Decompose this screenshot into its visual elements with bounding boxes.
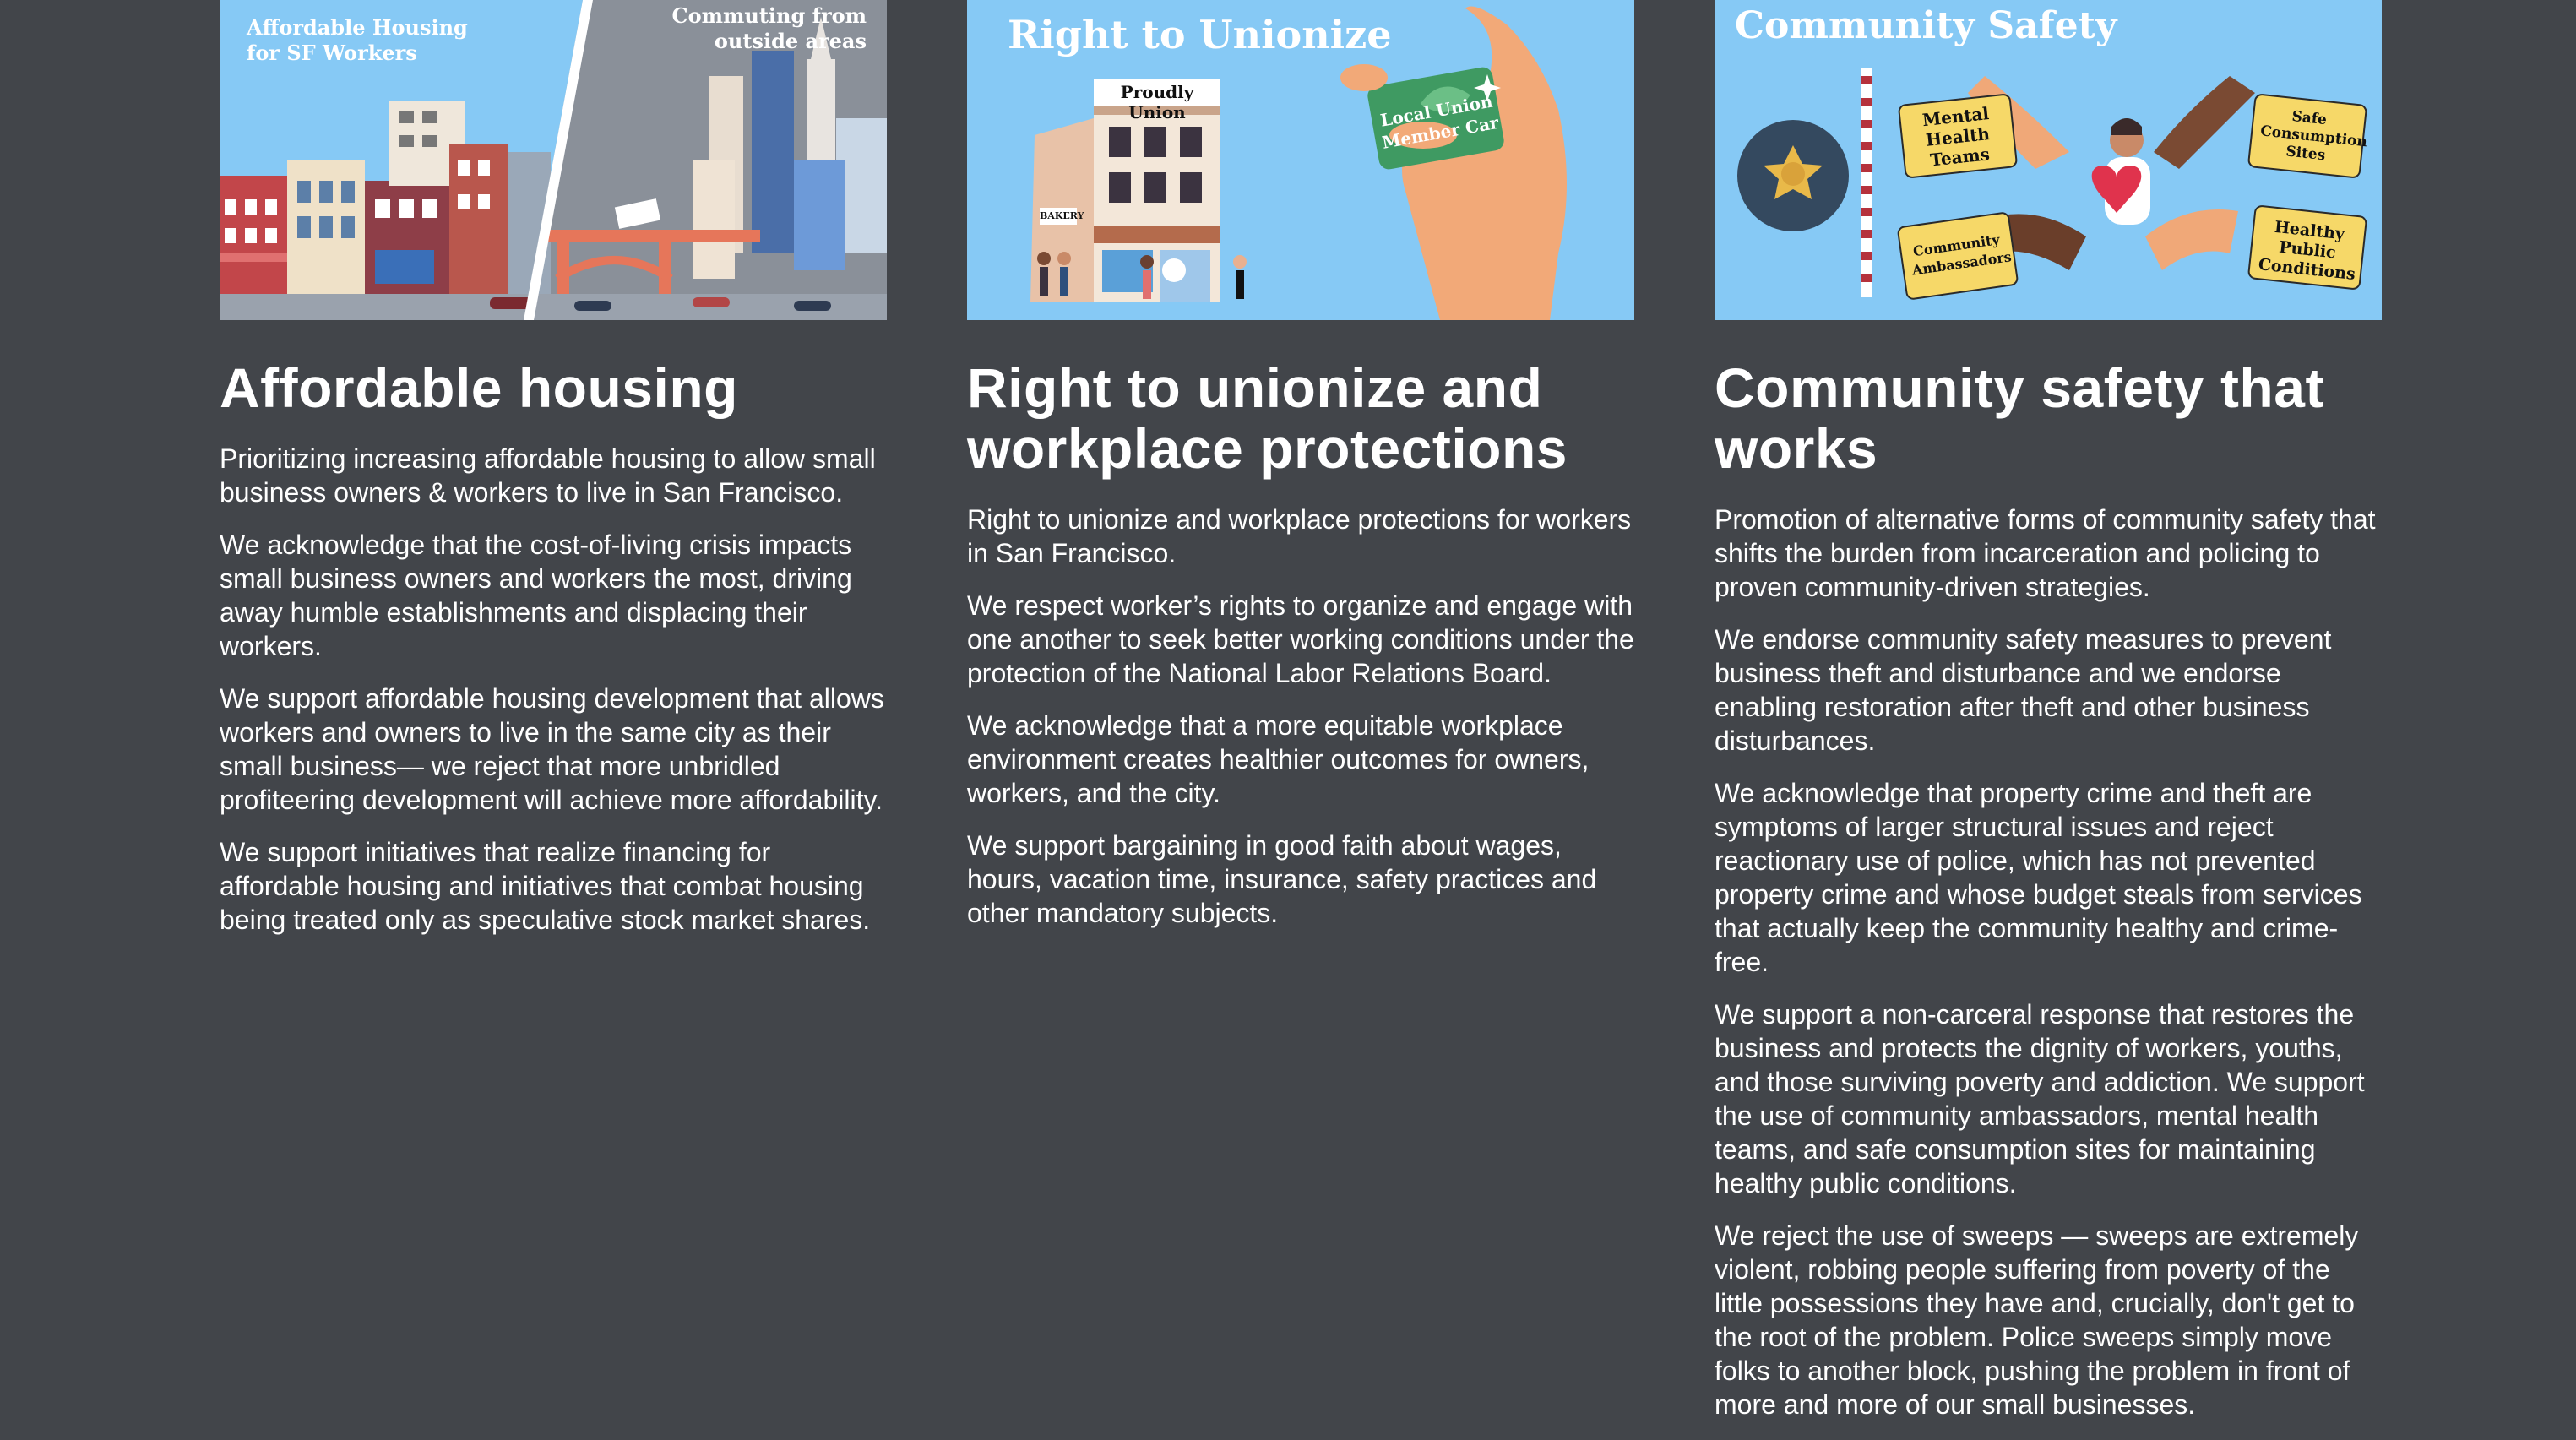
bakery-sign: BAKERY <box>1040 210 1084 221</box>
body-paragraph: We reject the use of sweeps — sweeps are… <box>1715 1220 2359 1420</box>
section-body: Promotion of alternative forms of commun… <box>1715 503 2382 1421</box>
body-paragraph: We acknowledge that property crime and t… <box>1715 778 2362 977</box>
policy-column-unionize: Right to Unionize Proudly Union BAKERY L… <box>967 0 1634 948</box>
caption-line: Commuting from <box>671 3 867 28</box>
card-healthy-public-conditions: Healthy Public Conditions <box>2257 217 2356 285</box>
section-body: Prioritizing increasing affordable housi… <box>220 442 887 937</box>
body-paragraph: We acknowledge that a more equitable wor… <box>967 710 1590 808</box>
proudly-union-sign: Proudly Union <box>1120 82 1194 122</box>
body-paragraph: Promotion of alternative forms of commun… <box>1715 504 2376 602</box>
section-title: Affordable housing <box>220 356 738 419</box>
body-paragraph: We endorse community safety measures to … <box>1715 624 2332 756</box>
image-heading: Community Safety <box>1735 4 2117 47</box>
section-body: Right to unionize and workplace protecti… <box>967 503 1634 930</box>
card-safe-consumption-sites: Safe Consumption Sites <box>2259 108 2368 165</box>
housing-illustration: Affordable Housing for SF Workers Commut… <box>220 0 887 320</box>
safety-illustration: Community Safety Mental Health Teams Saf… <box>1715 0 2382 320</box>
card-mental-health-teams: Mental Health Teams <box>1921 103 1992 171</box>
body-paragraph: We acknowledge that the cost-of-living c… <box>220 530 852 661</box>
body-paragraph: We support a non-carceral response that … <box>1715 999 2365 1198</box>
image-heading: Right to Unionize <box>1008 12 1392 57</box>
body-paragraph: We respect worker’s rights to organize a… <box>967 590 1634 688</box>
caption-line: Affordable Housing <box>247 15 468 40</box>
image-caption-right: Commuting from outside areas <box>671 3 867 54</box>
body-paragraph: We support bargaining in good faith abou… <box>967 830 1597 928</box>
section-title: Right to unionize and workplace protecti… <box>967 356 1568 480</box>
body-paragraph: We support affordable housing developmen… <box>220 683 884 815</box>
caption-line: for SF Workers <box>247 41 417 65</box>
caption-line: outside areas <box>714 29 867 53</box>
section-title: Community safety that works <box>1715 356 2324 480</box>
image-caption-left: Affordable Housing for SF Workers <box>247 15 468 66</box>
body-paragraph: We support initiatives that realize fina… <box>220 837 871 935</box>
unionize-illustration: Right to Unionize Proudly Union BAKERY L… <box>967 0 1634 320</box>
policy-column-housing: Affordable Housing for SF Workers Commut… <box>220 0 887 955</box>
body-paragraph: Right to unionize and workplace protecti… <box>967 504 1632 568</box>
body-paragraph: Prioritizing increasing affordable housi… <box>220 443 876 508</box>
policy-column-safety: Community Safety Mental Health Teams Saf… <box>1715 0 2382 1440</box>
